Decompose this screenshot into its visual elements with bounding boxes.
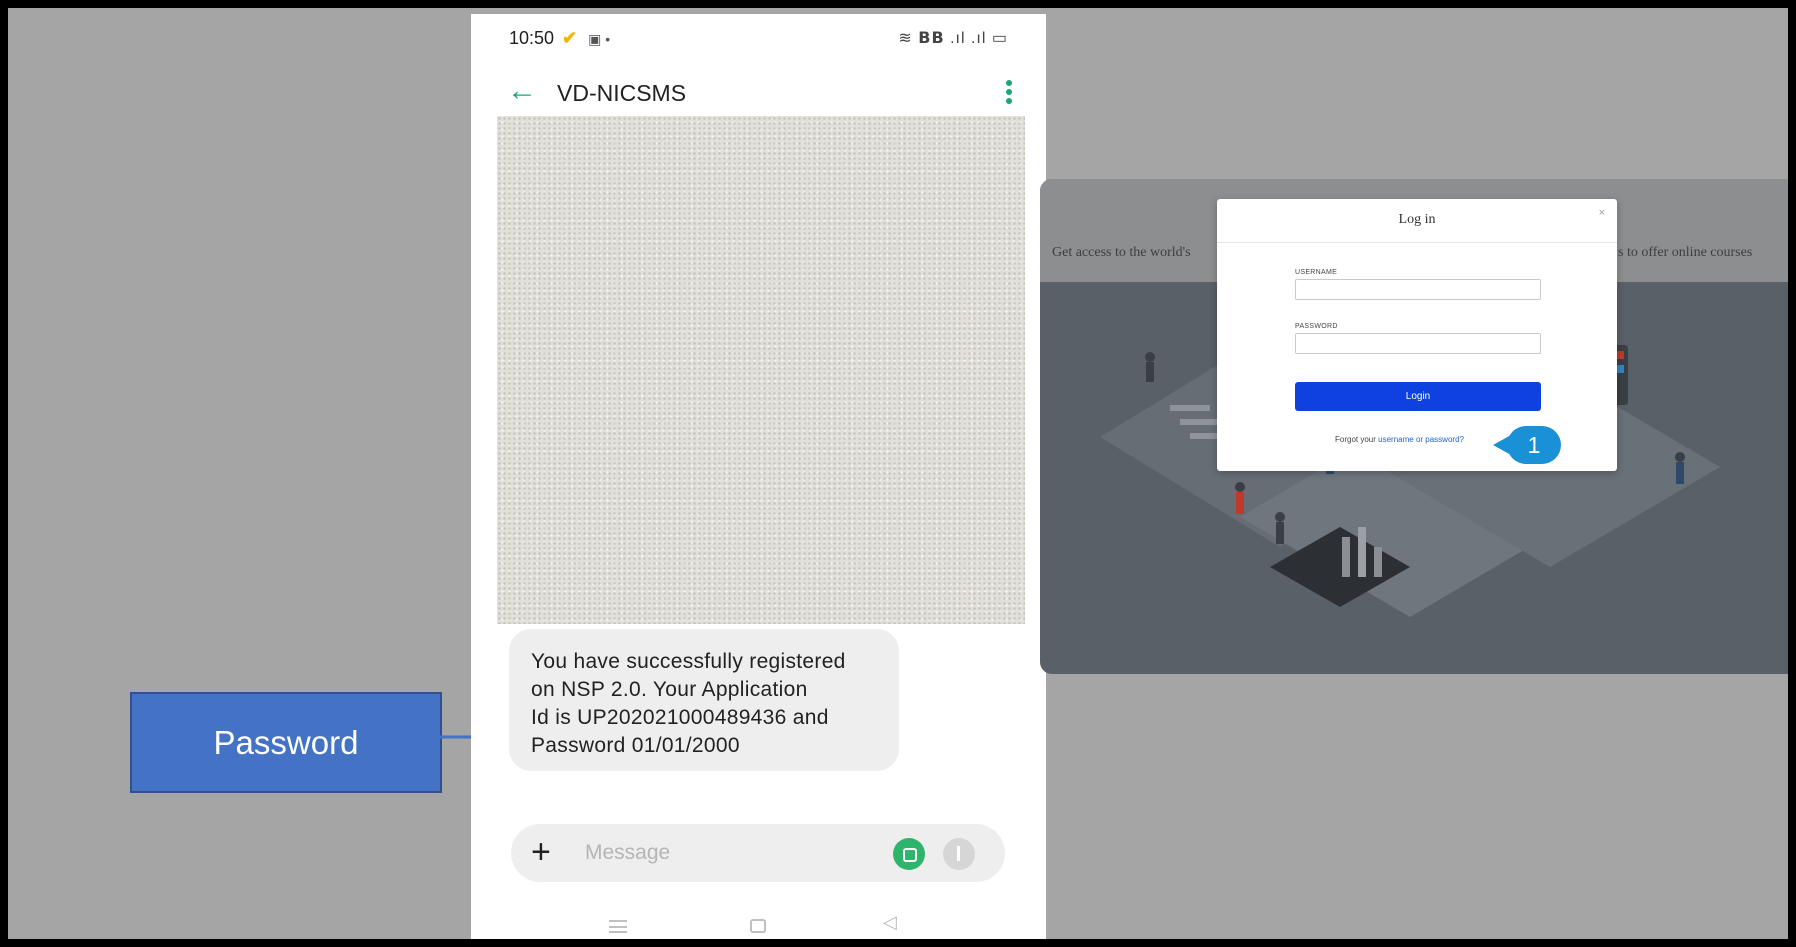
forgot-credentials: Forgot your username or password?: [1335, 435, 1464, 444]
screenshot-frame: Password 10:50 ✔ ▣ • ≋ 𝗕𝗕 .ıl .ıl ▭ ← VD-…: [0, 0, 1796, 947]
message-line: Password 01/01/2000: [531, 734, 740, 757]
password-input[interactable]: [1295, 333, 1541, 354]
login-modal: Log in × USERNAME PASSWORD Login Forgot …: [1217, 199, 1617, 471]
forgot-prefix: Forgot your: [1335, 435, 1379, 444]
modal-title: Log in: [1398, 212, 1436, 227]
password-label: PASSWORD: [1295, 323, 1338, 330]
notification-icon: ▣ •: [588, 31, 611, 47]
conversation-title: VD-NICSMS: [557, 80, 687, 106]
login-button-label: Login: [1405, 391, 1431, 402]
username-input[interactable]: [1295, 279, 1541, 300]
check-icon: ✔: [562, 28, 578, 48]
username-label: USERNAME: [1295, 269, 1338, 276]
message-line: on NSP 2.0. Your Application: [531, 678, 808, 701]
status-icons: ≋ 𝗕𝗕 .ıl .ıl ▭: [898, 30, 1008, 47]
modal-divider: [1217, 242, 1617, 243]
status-time: 10:50 ✔ ▣ •: [509, 28, 611, 48]
step-badge: 1: [1507, 426, 1561, 464]
message-line: You have successfully registered: [531, 650, 846, 673]
nav-back-icon[interactable]: ◁: [883, 912, 897, 933]
recent-apps-icon[interactable]: [609, 920, 627, 933]
message-composer[interactable]: + Message: [511, 824, 1005, 882]
callout-label: Password: [213, 723, 359, 761]
sms-message-bubble[interactable]: You have successfully registered on NSP …: [509, 629, 899, 771]
forgot-credentials-link[interactable]: username or password?: [1378, 435, 1464, 444]
message-line: Id is UP202021000489436 and: [531, 706, 829, 729]
message-input[interactable]: Message: [585, 841, 670, 865]
banner-text-left: Get access to the world's: [1052, 245, 1191, 260]
sticker-icon[interactable]: [893, 838, 925, 870]
voice-input-icon[interactable]: [943, 838, 975, 870]
close-icon[interactable]: ×: [1599, 207, 1605, 219]
more-options-icon[interactable]: [1006, 80, 1012, 104]
add-attachment-icon[interactable]: +: [531, 830, 551, 874]
phone-screen: 10:50 ✔ ▣ • ≋ 𝗕𝗕 .ıl .ıl ▭ ← VD-NICSMS Yo…: [471, 14, 1046, 939]
password-callout: Password: [130, 692, 442, 793]
home-icon[interactable]: [750, 919, 766, 933]
banner-text-right: s to offer online courses: [1618, 245, 1753, 260]
chat-wallpaper: [497, 116, 1025, 624]
step-number: 1: [1527, 431, 1541, 458]
back-arrow-icon[interactable]: ←: [507, 76, 537, 106]
login-button[interactable]: Login: [1295, 382, 1541, 411]
